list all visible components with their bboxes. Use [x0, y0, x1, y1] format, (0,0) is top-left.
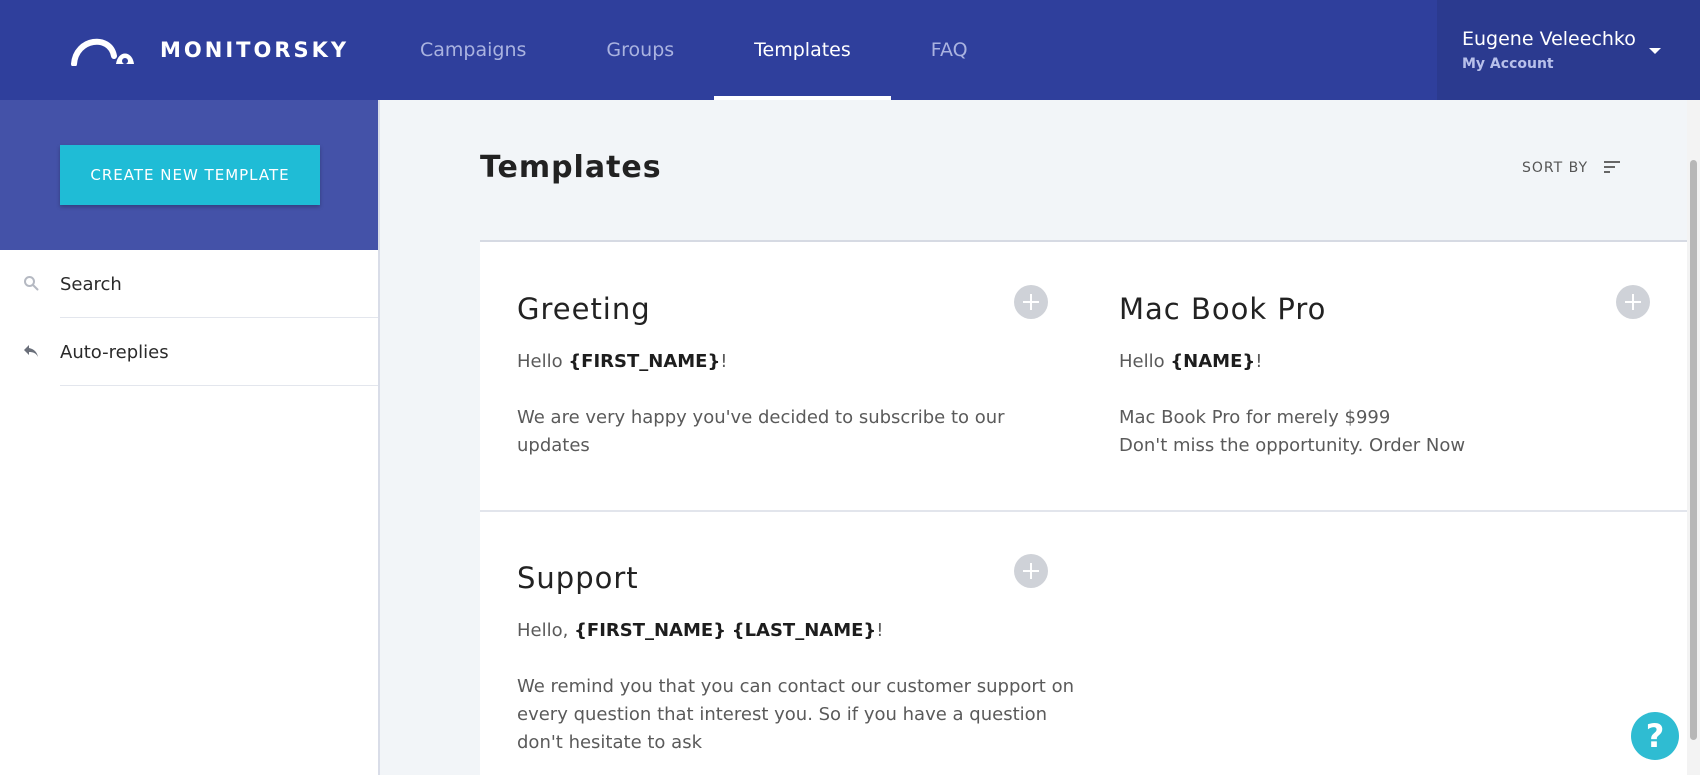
template-title: Mac Book Pro — [1119, 292, 1327, 326]
template-variable: {FIRST_NAME} — [568, 351, 721, 372]
greeting-text: Hello, — [517, 620, 575, 641]
account-menu[interactable]: Eugene Veleechko My Account — [1437, 0, 1700, 100]
sidebar-header: CREATE NEW TEMPLATE — [0, 100, 378, 250]
template-variable: {LAST_NAME} — [731, 620, 877, 641]
template-card-support[interactable]: Support Hello, {FIRST_NAME} {LAST_NAME}!… — [517, 554, 1077, 757]
scrollbar[interactable] — [1687, 100, 1700, 775]
template-variable: {NAME} — [1170, 351, 1256, 372]
brand-name: MONITORSKY — [160, 38, 350, 62]
template-body-line: don't hesitate to ask — [517, 732, 703, 753]
template-body-line: We are very happy you've decided to subs… — [517, 407, 1005, 456]
reply-icon — [22, 342, 40, 360]
template-title: Greeting — [517, 292, 651, 326]
template-body-line: Don't miss the opportunity. Order Now — [1119, 435, 1466, 456]
account-name: Eugene Veleechko — [1462, 28, 1636, 50]
sidebar-item-label: Search — [60, 273, 122, 295]
main-nav: Campaigns Groups Templates FAQ — [380, 0, 1008, 100]
account-sublabel: My Account — [1462, 56, 1554, 72]
search-icon — [22, 274, 40, 292]
template-variable: {FIRST_NAME} — [574, 620, 727, 641]
divider — [60, 385, 378, 386]
scrollbar-thumb[interactable] — [1690, 160, 1697, 740]
add-icon[interactable] — [1014, 554, 1048, 588]
nav-campaigns[interactable]: Campaigns — [380, 0, 566, 100]
sidebar-item-label: Auto-replies — [60, 341, 169, 363]
sort-label: SORT BY — [1522, 159, 1589, 176]
template-body-line: Mac Book Pro for merely $999 — [1119, 407, 1391, 428]
page-title: Templates — [480, 150, 662, 185]
logo-icon — [71, 38, 134, 66]
help-icon: ? — [1645, 717, 1665, 755]
help-button[interactable]: ? — [1631, 712, 1679, 760]
template-greeting-line: Hello {NAME}! — [1119, 348, 1679, 376]
nav-faq[interactable]: FAQ — [891, 0, 1008, 100]
sort-button[interactable]: SORT BY — [1522, 158, 1621, 177]
template-greeting-line: Hello, {FIRST_NAME} {LAST_NAME}! — [517, 617, 1077, 645]
greeting-text: Hello — [517, 351, 569, 372]
sidebar: CREATE NEW TEMPLATE Search Auto-replies — [0, 100, 380, 775]
sidebar-item-search[interactable]: Search — [0, 250, 378, 318]
greeting-suffix: ! — [1255, 351, 1263, 372]
sidebar-item-auto-replies[interactable]: Auto-replies — [0, 318, 378, 386]
template-body-line: We remind you that you can contact our c… — [517, 676, 1074, 697]
template-card-greeting[interactable]: Greeting Hello {FIRST_NAME}! We are very… — [517, 285, 1077, 460]
logo[interactable]: MONITORSKY — [70, 30, 349, 70]
create-template-button[interactable]: CREATE NEW TEMPLATE — [60, 145, 320, 205]
top-bar: MONITORSKY Campaigns Groups Templates FA… — [0, 0, 1700, 100]
add-icon[interactable] — [1014, 285, 1048, 319]
template-title: Support — [517, 561, 639, 595]
row-divider — [480, 510, 1687, 512]
greeting-text: Hello — [1119, 351, 1171, 372]
main-content: Templates SORT BY Greeting Hello {FIRST_… — [382, 100, 1687, 775]
greeting-suffix: ! — [720, 351, 728, 372]
add-icon[interactable] — [1616, 285, 1650, 319]
templates-grid: Greeting Hello {FIRST_NAME}! We are very… — [480, 240, 1687, 775]
greeting-suffix: ! — [876, 620, 884, 641]
nav-groups[interactable]: Groups — [566, 0, 714, 100]
caret-down-icon — [1649, 48, 1661, 54]
sort-icon — [1604, 158, 1621, 177]
template-greeting-line: Hello {FIRST_NAME}! — [517, 348, 1077, 376]
template-body-line: every question that interest you. So if … — [517, 704, 1048, 725]
template-card-mac-book-pro[interactable]: Mac Book Pro Hello {NAME}! Mac Book Pro … — [1119, 285, 1679, 460]
nav-templates[interactable]: Templates — [714, 0, 891, 100]
